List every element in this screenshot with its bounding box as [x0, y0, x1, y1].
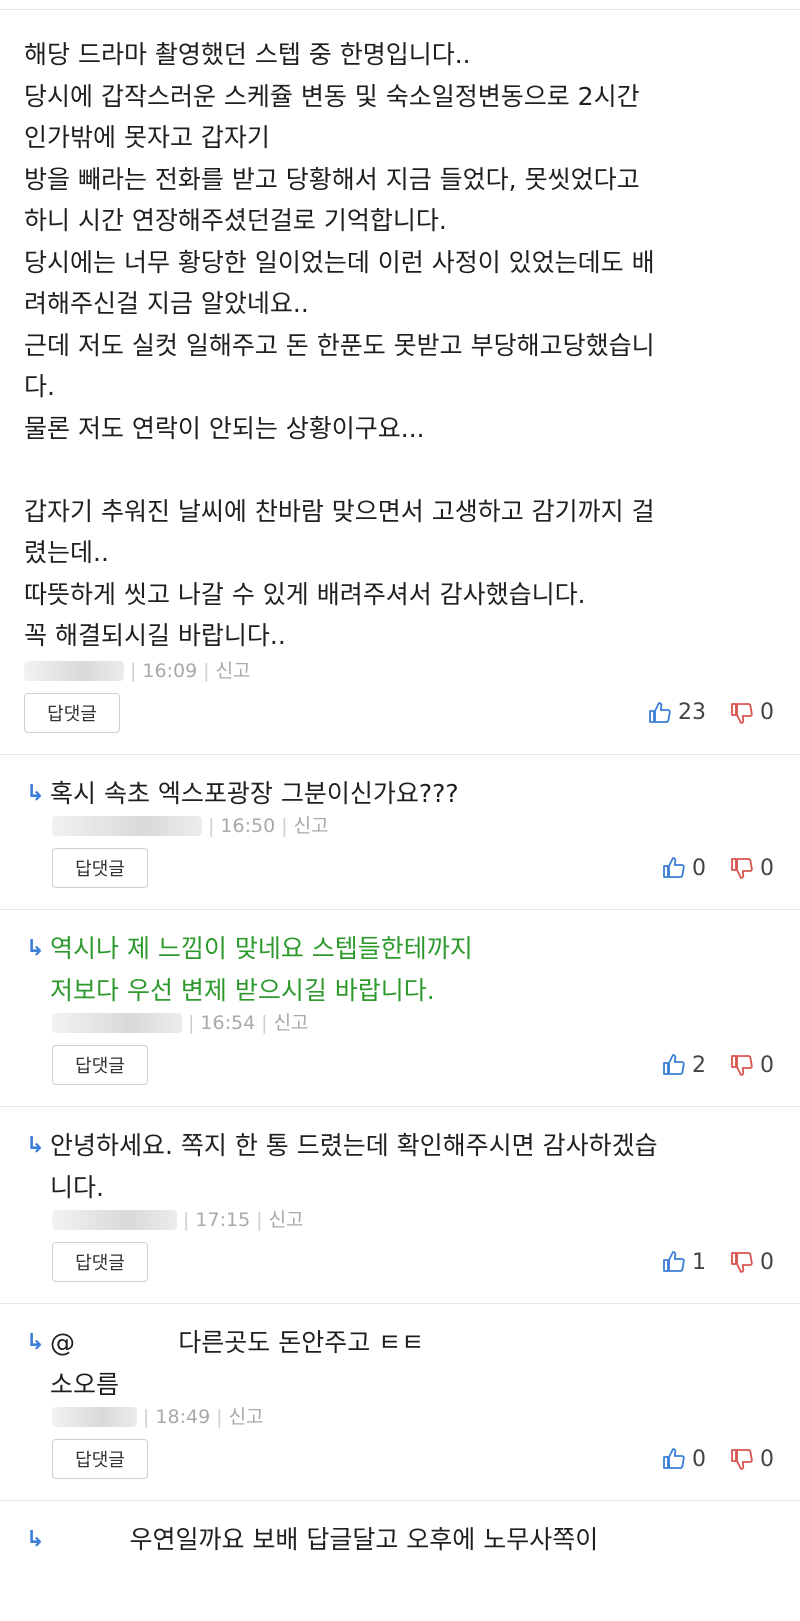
vote-group: 0 0	[662, 856, 776, 881]
like-button[interactable]: 23	[648, 700, 706, 725]
reply-item: ↳ 우연일까요 보배 답글달고 오후에 노무사쪽이	[0, 1501, 800, 1582]
reply-text: @ 다른곳도 돈안주고 ㅌㅌ 소오름	[50, 1328, 425, 1399]
comment-actions: 답댓글 23 0	[24, 692, 776, 733]
author-name-blurred	[52, 1013, 182, 1033]
reply-time: 17:15	[195, 1209, 251, 1231]
reply-time: 18:49	[155, 1406, 211, 1428]
reply-text: 혹시 속초 엑스포광장 그분이신가요???	[50, 778, 459, 808]
reply-button[interactable]: 답댓글	[24, 692, 120, 733]
thumbs-down-icon	[730, 701, 754, 725]
reply-meta: | 17:15 | 신고	[52, 1208, 776, 1232]
comment-text: 해당 드라마 촬영했던 스텝 중 한명입니다.. 당시에 갑작스러운 스케쥴 변…	[24, 40, 655, 650]
report-link[interactable]: 신고	[269, 1208, 304, 1232]
reply-meta: | 16:54 | 신고	[52, 1011, 776, 1035]
reply-item: ↳ 안녕하세요. 쪽지 한 통 드렸는데 확인해주시면 감사하겠습 니다. | …	[0, 1107, 800, 1304]
comment-time: 16:09	[142, 659, 198, 682]
reply-actions: 답댓글 0 0	[52, 1439, 776, 1479]
reply-text: 우연일까요 보배 답글달고 오후에 노무사쪽이	[50, 1525, 599, 1554]
like-count: 0	[692, 855, 706, 881]
like-button[interactable]: 0	[662, 1447, 706, 1472]
thumbs-down-icon	[730, 856, 754, 880]
reply-item: ↳ 혹시 속초 엑스포광장 그분이신가요??? | 16:50 | 신고 답댓글…	[0, 755, 800, 910]
author-name-blurred	[52, 1407, 137, 1427]
author-name-blurred	[52, 816, 202, 836]
vote-group: 1 0	[662, 1250, 776, 1275]
comment-meta: | 16:09 | 신고	[24, 659, 776, 683]
thumbs-up-icon	[648, 701, 672, 725]
author-name-blurred	[24, 660, 124, 681]
reply-actions: 답댓글 1 0	[52, 1242, 776, 1282]
dislike-button[interactable]: 0	[730, 700, 774, 725]
like-button[interactable]: 2	[662, 1053, 706, 1078]
report-link[interactable]: 신고	[229, 1405, 264, 1429]
comment-item: 해당 드라마 촬영했던 스텝 중 한명입니다.. 당시에 갑작스러운 스케쥴 변…	[0, 10, 800, 755]
reply-button[interactable]: 답댓글	[52, 1439, 148, 1479]
like-button[interactable]: 1	[662, 1250, 706, 1275]
reply-meta: | 18:49 | 신고	[52, 1405, 776, 1429]
reply-button[interactable]: 답댓글	[52, 1045, 148, 1085]
reply-actions: 답댓글 0 0	[52, 848, 776, 888]
thumbs-up-icon	[662, 1053, 686, 1077]
thumbs-up-icon	[662, 856, 686, 880]
reply-arrow-icon: ↳	[26, 780, 45, 806]
reply-actions: 답댓글 2 0	[52, 1045, 776, 1085]
dislike-count: 0	[760, 1446, 774, 1472]
reply-text: 역시나 제 느낌이 맞네요 스텝들한테까지 저보다 우선 변제 받으시길 바랍니…	[50, 934, 473, 1005]
like-count: 1	[692, 1249, 706, 1275]
vote-group: 0 0	[662, 1447, 776, 1472]
report-link[interactable]: 신고	[216, 659, 251, 683]
reply-meta: | 16:50 | 신고	[52, 814, 776, 838]
report-link[interactable]: 신고	[274, 1011, 309, 1035]
reply-arrow-icon: ↳	[26, 1133, 45, 1158]
top-divider	[0, 0, 800, 10]
dislike-count: 0	[760, 1052, 774, 1078]
reply-item: ↳ 역시나 제 느낌이 맞네요 스텝들한테까지 저보다 우선 변제 받으시길 바…	[0, 910, 800, 1107]
reply-arrow-icon: ↳	[26, 1527, 45, 1552]
dislike-count: 0	[760, 1249, 774, 1275]
like-button[interactable]: 0	[662, 856, 706, 881]
report-link[interactable]: 신고	[294, 814, 329, 838]
reply-time: 16:50	[220, 815, 276, 837]
dislike-button[interactable]: 0	[730, 1447, 774, 1472]
reply-button[interactable]: 답댓글	[52, 848, 148, 888]
reply-text: 안녕하세요. 쪽지 한 통 드렸는데 확인해주시면 감사하겠습 니다.	[50, 1131, 658, 1202]
dislike-button[interactable]: 0	[730, 1053, 774, 1078]
reply-arrow-icon: ↳	[26, 936, 45, 961]
dislike-count: 0	[760, 855, 774, 881]
author-name-blurred	[52, 1210, 177, 1230]
thumbs-up-icon	[662, 1447, 686, 1471]
dislike-count: 0	[760, 700, 774, 725]
vote-group: 23 0	[648, 700, 776, 725]
like-count: 2	[692, 1052, 706, 1078]
thumbs-up-icon	[662, 1250, 686, 1274]
reply-arrow-icon: ↳	[26, 1330, 45, 1355]
reply-time: 16:54	[200, 1012, 256, 1034]
thumbs-down-icon	[730, 1053, 754, 1077]
reply-button[interactable]: 답댓글	[52, 1242, 148, 1282]
like-count: 0	[692, 1446, 706, 1472]
thumbs-down-icon	[730, 1250, 754, 1274]
reply-item: ↳ @ 다른곳도 돈안주고 ㅌㅌ 소오름 | 18:49 | 신고 답댓글 0 …	[0, 1304, 800, 1501]
dislike-button[interactable]: 0	[730, 1250, 774, 1275]
vote-group: 2 0	[662, 1053, 776, 1078]
dislike-button[interactable]: 0	[730, 856, 774, 881]
like-count: 23	[678, 700, 706, 725]
thumbs-down-icon	[730, 1447, 754, 1471]
